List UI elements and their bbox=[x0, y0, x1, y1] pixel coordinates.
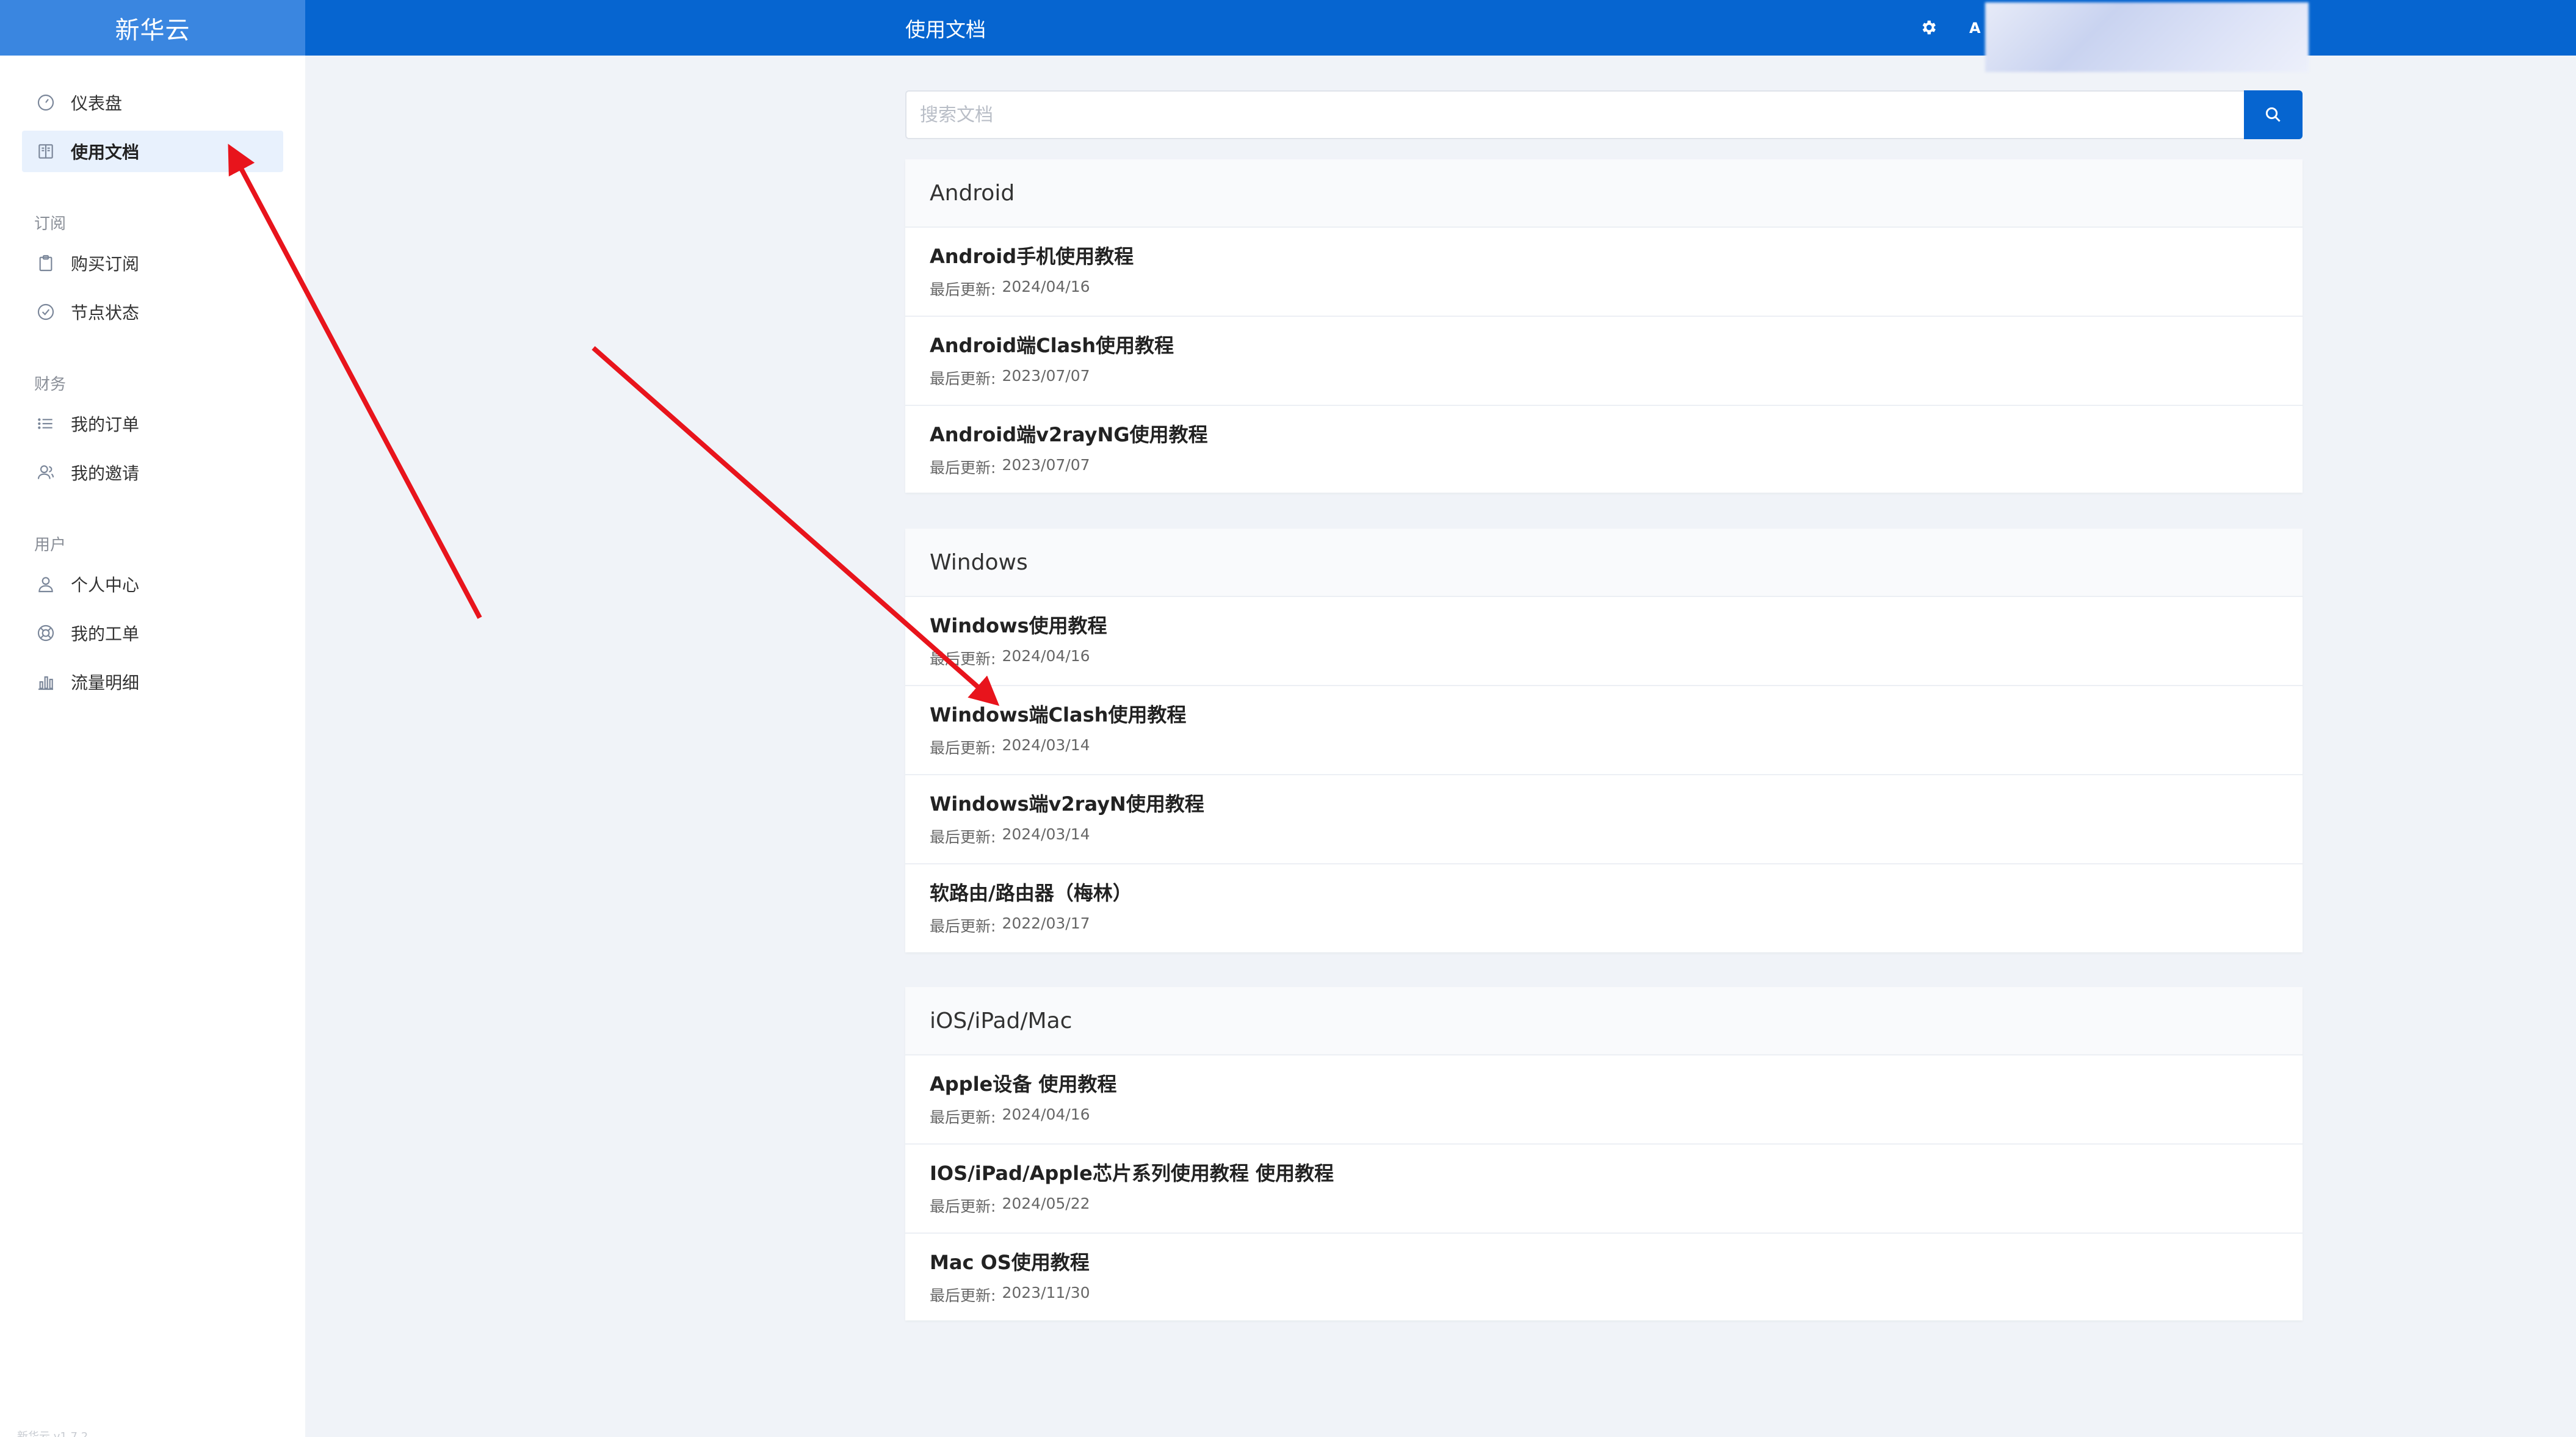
sidebar-item-node-status[interactable]: 节点状态 bbox=[22, 291, 283, 333]
sidebar-item-dashboard[interactable]: 仪表盘 bbox=[22, 82, 283, 123]
category-title: iOS/iPad/Mac bbox=[905, 987, 2303, 1054]
sidebar-footer-version: 新华云 v1.7.2 bbox=[17, 1430, 89, 1437]
doc-meta: 最后更新: 2024/04/16 bbox=[930, 647, 2278, 669]
doc-item[interactable]: IOS/iPad/Apple芯片系列使用教程 使用教程 最后更新: 2024/05… bbox=[905, 1143, 2303, 1232]
doc-meta-label: 最后更新: bbox=[930, 370, 996, 388]
search-icon bbox=[2265, 107, 2281, 122]
user-icon bbox=[35, 574, 56, 595]
doc-meta: 最后更新: 2022/03/17 bbox=[930, 914, 2278, 936]
doc-updated-date: 2024/04/16 bbox=[1002, 1106, 1090, 1123]
category-title: Android bbox=[905, 159, 2303, 226]
nav-group-subscription: 订阅 bbox=[34, 215, 67, 233]
doc-meta-label: 最后更新: bbox=[930, 650, 996, 668]
doc-meta: 最后更新: 2024/03/14 bbox=[930, 736, 2278, 758]
sidebar-item-label: 我的订单 bbox=[71, 414, 140, 435]
doc-updated-date: 2022/03/17 bbox=[1002, 914, 1090, 932]
doc-item[interactable]: Windows端Clash使用教程 最后更新: 2024/03/14 bbox=[905, 685, 2303, 774]
list-icon bbox=[35, 413, 56, 434]
doc-item[interactable]: Android端Clash使用教程 最后更新: 2023/07/07 bbox=[905, 316, 2303, 405]
doc-meta-label: 最后更新: bbox=[930, 281, 996, 299]
clipboard-icon bbox=[35, 253, 56, 273]
sidebar-item-label: 流量明细 bbox=[71, 673, 140, 693]
sidebar-item-docs[interactable]: 使用文档 bbox=[22, 131, 283, 172]
sidebar-item-label: 使用文档 bbox=[71, 142, 140, 162]
doc-updated-date: 2023/07/07 bbox=[1002, 456, 1090, 474]
doc-item[interactable]: Android手机使用教程 最后更新: 2024/04/16 bbox=[905, 226, 2303, 316]
doc-title[interactable]: Windows端v2rayN使用教程 bbox=[930, 791, 2278, 817]
doc-title[interactable]: Windows端Clash使用教程 bbox=[930, 702, 2278, 728]
doc-meta: 最后更新: 2024/04/16 bbox=[930, 278, 2278, 300]
doc-title[interactable]: 软路由/路由器（梅林） bbox=[930, 880, 2278, 906]
page-title: 使用文档 bbox=[905, 17, 986, 42]
doc-meta-label: 最后更新: bbox=[930, 1198, 996, 1215]
nav-group-user: 用户 bbox=[34, 536, 67, 554]
doc-meta: 最后更新: 2024/04/16 bbox=[930, 1106, 2278, 1128]
sidebar-item-label: 个人中心 bbox=[71, 575, 140, 595]
check-circle-icon bbox=[35, 302, 56, 322]
doc-updated-date: 2024/04/16 bbox=[1002, 278, 1090, 295]
users-icon bbox=[35, 462, 56, 483]
doc-item[interactable]: Android端v2rayNG使用教程 最后更新: 2023/07/07 bbox=[905, 405, 2303, 494]
gear-icon bbox=[1922, 20, 1936, 35]
doc-item[interactable]: Windows端v2rayN使用教程 最后更新: 2024/03/14 bbox=[905, 774, 2303, 863]
doc-meta: 最后更新: 2024/05/22 bbox=[930, 1195, 2278, 1217]
doc-updated-date: 2023/07/07 bbox=[1002, 367, 1090, 385]
doc-meta-label: 最后更新: bbox=[930, 1287, 996, 1305]
doc-meta-label: 最后更新: bbox=[930, 918, 996, 935]
doc-item[interactable]: 软路由/路由器（梅林） 最后更新: 2022/03/17 bbox=[905, 863, 2303, 952]
sidebar-item-label: 购买订阅 bbox=[71, 254, 140, 274]
sidebar-item-label: 仪表盘 bbox=[71, 93, 123, 114]
doc-meta-label: 最后更新: bbox=[930, 828, 996, 846]
sidebar-item-label: 节点状态 bbox=[71, 303, 140, 323]
search-button[interactable] bbox=[2244, 90, 2303, 139]
doc-title[interactable]: Android手机使用教程 bbox=[930, 244, 2278, 269]
doc-category-card: Android Android手机使用教程 最后更新: 2024/04/16 An… bbox=[905, 159, 2303, 493]
doc-item[interactable]: Windows使用教程 最后更新: 2024/04/16 bbox=[905, 596, 2303, 685]
doc-title[interactable]: Mac OS使用教程 bbox=[930, 1250, 2278, 1275]
doc-meta: 最后更新: 2023/07/07 bbox=[930, 367, 2278, 389]
doc-category-card: iOS/iPad/Mac Apple设备 使用教程 最后更新: 2024/04/1… bbox=[905, 987, 2303, 1320]
gauge-icon bbox=[35, 92, 56, 113]
lifebuoy-icon bbox=[35, 623, 56, 643]
doc-updated-date: 2024/03/14 bbox=[1002, 825, 1090, 843]
brand-logo[interactable]: 新华云 bbox=[0, 0, 305, 56]
sidebar-item-tickets[interactable]: 我的工单 bbox=[22, 612, 283, 654]
doc-item[interactable]: Apple设备 使用教程 最后更新: 2024/04/16 bbox=[905, 1054, 2303, 1143]
doc-title[interactable]: Apple设备 使用教程 bbox=[930, 1071, 2278, 1097]
sidebar-item-my-orders[interactable]: 我的订单 bbox=[22, 403, 283, 444]
doc-title[interactable]: Windows使用教程 bbox=[930, 613, 2278, 639]
nav-group-finance: 财务 bbox=[34, 375, 67, 394]
search-bar bbox=[905, 90, 2303, 139]
sidebar: 仪表盘 使用文档 订阅 购买订阅 节点状态 财务 我的订单 我的邀请 用户 个人… bbox=[0, 56, 305, 1437]
doc-meta-label: 最后更新: bbox=[930, 459, 996, 477]
sidebar-item-profile[interactable]: 个人中心 bbox=[22, 563, 283, 605]
doc-updated-date: 2023/11/30 bbox=[1002, 1284, 1090, 1301]
doc-meta: 最后更新: 2023/07/07 bbox=[930, 456, 2278, 478]
search-input[interactable] bbox=[905, 90, 2244, 139]
sidebar-item-label: 我的工单 bbox=[71, 624, 140, 644]
bar-chart-icon bbox=[35, 671, 56, 692]
doc-meta: 最后更新: 2023/11/30 bbox=[930, 1284, 2278, 1306]
user-menu-redacted[interactable] bbox=[1985, 2, 2309, 72]
doc-title[interactable]: IOS/iPad/Apple芯片系列使用教程 使用教程 bbox=[930, 1160, 2278, 1186]
doc-meta-label: 最后更新: bbox=[930, 1109, 996, 1126]
book-icon bbox=[35, 141, 56, 162]
doc-item[interactable]: Mac OS使用教程 最后更新: 2023/11/30 bbox=[905, 1232, 2303, 1322]
doc-updated-date: 2024/05/22 bbox=[1002, 1195, 1090, 1212]
doc-meta: 最后更新: 2024/03/14 bbox=[930, 825, 2278, 847]
sidebar-item-traffic[interactable]: 流量明细 bbox=[22, 661, 283, 703]
sidebar-item-buy-subscription[interactable]: 购买订阅 bbox=[22, 242, 283, 284]
settings-button[interactable] bbox=[1914, 13, 1942, 42]
doc-title[interactable]: Android端v2rayNG使用教程 bbox=[930, 422, 2278, 447]
sidebar-item-my-invites[interactable]: 我的邀请 bbox=[22, 452, 283, 493]
sidebar-item-label: 我的邀请 bbox=[71, 463, 140, 483]
doc-updated-date: 2024/03/14 bbox=[1002, 736, 1090, 754]
doc-meta-label: 最后更新: bbox=[930, 739, 996, 757]
doc-category-card: Windows Windows使用教程 最后更新: 2024/04/16 Wind… bbox=[905, 529, 2303, 952]
category-title: Windows bbox=[905, 529, 2303, 596]
doc-updated-date: 2024/04/16 bbox=[1002, 647, 1090, 665]
doc-title[interactable]: Android端Clash使用教程 bbox=[930, 333, 2278, 358]
app-root: 新华云 使用文档 A 仪表盘 使用文档 订阅 购买订阅 节点状态 财务 我的订单… bbox=[0, 0, 2576, 1437]
